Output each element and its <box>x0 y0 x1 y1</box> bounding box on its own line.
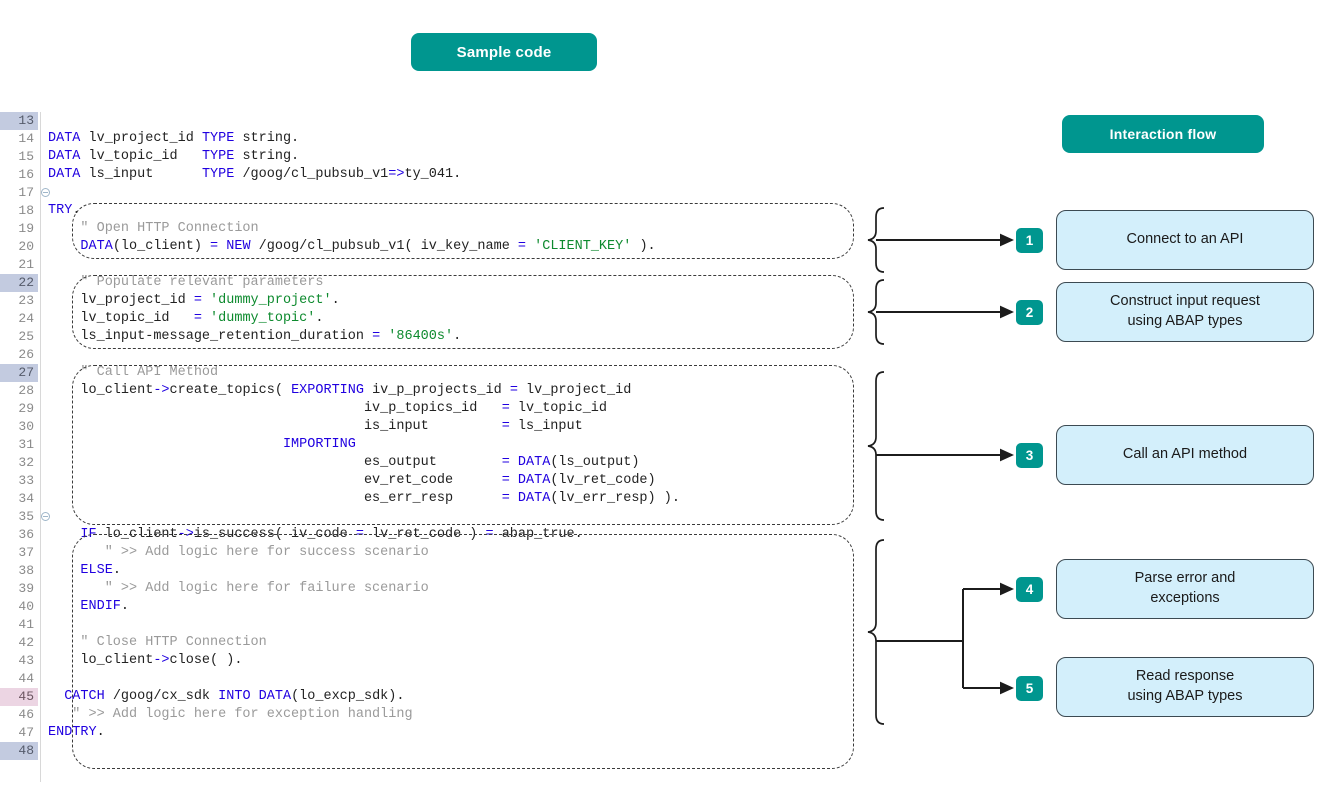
code-line-36: IF lo_client->is_success( iv_code = lv_r… <box>48 526 583 544</box>
code-line-24: lv_topic_id = 'dummy_topic'. <box>48 310 323 328</box>
flow-step-box-call-an-api-method[interactable]: Call an API method <box>1056 425 1314 485</box>
line-number-37: 37 <box>0 544 38 562</box>
flow-step-label-5: Read responseusing ABAP types <box>1127 667 1242 706</box>
line-number-47: 47 <box>0 724 38 742</box>
line-number-34: 34 <box>0 490 38 508</box>
code-line-28: lo_client->create_topics( EXPORTING iv_p… <box>48 382 631 400</box>
flow-step-label-4: Parse error andexceptions <box>1135 569 1236 608</box>
line-number-17: 17 <box>0 184 38 202</box>
code-line-38: ELSE. <box>48 562 121 580</box>
line-number-33: 33 <box>0 472 38 490</box>
flow-badge-5-number: 5 <box>1026 681 1034 696</box>
code-line-40: ENDIF. <box>48 598 129 616</box>
line-number-18: 18 <box>0 202 38 220</box>
flow-badge-3-number: 3 <box>1026 448 1034 463</box>
flow-badge-4: 4 <box>1016 577 1043 602</box>
line-number-31: 31 <box>0 436 38 454</box>
code-line-27: " Call API Method <box>48 364 218 382</box>
line-number-22: 22 <box>0 274 38 292</box>
flow-step-box-connect-to-an-api[interactable]: Connect to an API <box>1056 210 1314 270</box>
code-line-29: iv_p_topics_id = lv_topic_id <box>48 400 607 418</box>
code-line-19: " Open HTTP Connection <box>48 220 259 238</box>
code-line-16: DATA ls_input TYPE /goog/cl_pubsub_v1=>t… <box>48 166 461 184</box>
line-number-16: 16 <box>0 166 38 184</box>
line-number-20: 20 <box>0 238 38 256</box>
interaction-flow-header: Interaction flow <box>1062 115 1264 153</box>
line-number-19: 19 <box>0 220 38 238</box>
code-line-42: " Close HTTP Connection <box>48 634 267 652</box>
flow-badge-1-number: 1 <box>1026 233 1034 248</box>
line-number-43: 43 <box>0 652 38 670</box>
line-number-29: 29 <box>0 400 38 418</box>
line-number-13: 13 <box>0 112 38 130</box>
code-line-34: es_err_resp = DATA(lv_err_resp) ). <box>48 490 680 508</box>
code-line-15: DATA lv_topic_id TYPE string. <box>48 148 299 166</box>
flow-badge-2: 2 <box>1016 300 1043 325</box>
line-number-28: 28 <box>0 382 38 400</box>
code-line-33: ev_ret_code = DATA(lv_ret_code) <box>48 472 656 490</box>
line-number-24: 24 <box>0 310 38 328</box>
code-editor[interactable]: 1314151617181920212223242526272829303132… <box>0 112 880 782</box>
code-line-20: DATA(lo_client) = NEW /goog/cl_pubsub_v1… <box>48 238 656 256</box>
flow-step-label-1: Connect to an API <box>1127 230 1244 250</box>
code-line-45: CATCH /goog/cx_sdk INTO DATA(lo_excp_sdk… <box>48 688 404 706</box>
flow-badge-5: 5 <box>1016 676 1043 701</box>
flow-step-label-2: Construct input requestusing ABAP types <box>1110 292 1260 331</box>
code-line-25: ls_input-message_retention_duration = '8… <box>48 328 461 346</box>
code-line-30: is_input = ls_input <box>48 418 583 436</box>
line-number-35: 35 <box>0 508 38 526</box>
flow-step-box-parse-error-and-exceptions[interactable]: Parse error andexceptions <box>1056 559 1314 619</box>
sample-code-header-label: Sample code <box>457 44 552 61</box>
flow-step-box-read-response[interactable]: Read responseusing ABAP types <box>1056 657 1314 717</box>
flow-badge-3: 3 <box>1016 443 1043 468</box>
code-line-18: TRY. <box>48 202 80 220</box>
line-number-38: 38 <box>0 562 38 580</box>
line-number-14: 14 <box>0 130 38 148</box>
line-number-48: 48 <box>0 742 38 760</box>
line-number-gutter: 1314151617181920212223242526272829303132… <box>0 112 41 782</box>
line-number-41: 41 <box>0 616 38 634</box>
code-line-46: " >> Add logic here for exception handli… <box>48 706 413 724</box>
line-number-25: 25 <box>0 328 38 346</box>
code-line-47: ENDTRY. <box>48 724 105 742</box>
flow-badge-1: 1 <box>1016 228 1043 253</box>
flow-step-label-3: Call an API method <box>1123 445 1247 465</box>
code-line-23: lv_project_id = 'dummy_project'. <box>48 292 340 310</box>
line-number-45: 45 <box>0 688 38 706</box>
line-number-36: 36 <box>0 526 38 544</box>
code-line-14: DATA lv_project_id TYPE string. <box>48 130 299 148</box>
line-number-15: 15 <box>0 148 38 166</box>
line-number-39: 39 <box>0 580 38 598</box>
flow-badge-4-number: 4 <box>1026 582 1034 597</box>
code-line-39: " >> Add logic here for failure scenario <box>48 580 429 598</box>
line-number-23: 23 <box>0 292 38 310</box>
code-line-37: " >> Add logic here for success scenario <box>48 544 429 562</box>
interaction-flow-header-label: Interaction flow <box>1110 126 1217 142</box>
line-number-40: 40 <box>0 598 38 616</box>
code-line-31: IMPORTING <box>48 436 356 454</box>
sample-code-header: Sample code <box>411 33 597 71</box>
code-line-32: es_output = DATA(ls_output) <box>48 454 639 472</box>
flow-step-box-construct-input-request[interactable]: Construct input requestusing ABAP types <box>1056 282 1314 342</box>
line-number-30: 30 <box>0 418 38 436</box>
line-number-26: 26 <box>0 346 38 364</box>
line-number-21: 21 <box>0 256 38 274</box>
flow-badge-2-number: 2 <box>1026 305 1034 320</box>
code-line-22: " Populate relevant parameters <box>48 274 323 292</box>
line-number-46: 46 <box>0 706 38 724</box>
code-content[interactable]: DATA lv_project_id TYPE string.DATA lv_t… <box>48 112 880 782</box>
code-line-43: lo_client->close( ). <box>48 652 242 670</box>
line-number-32: 32 <box>0 454 38 472</box>
line-number-44: 44 <box>0 670 38 688</box>
line-number-42: 42 <box>0 634 38 652</box>
line-number-27: 27 <box>0 364 38 382</box>
